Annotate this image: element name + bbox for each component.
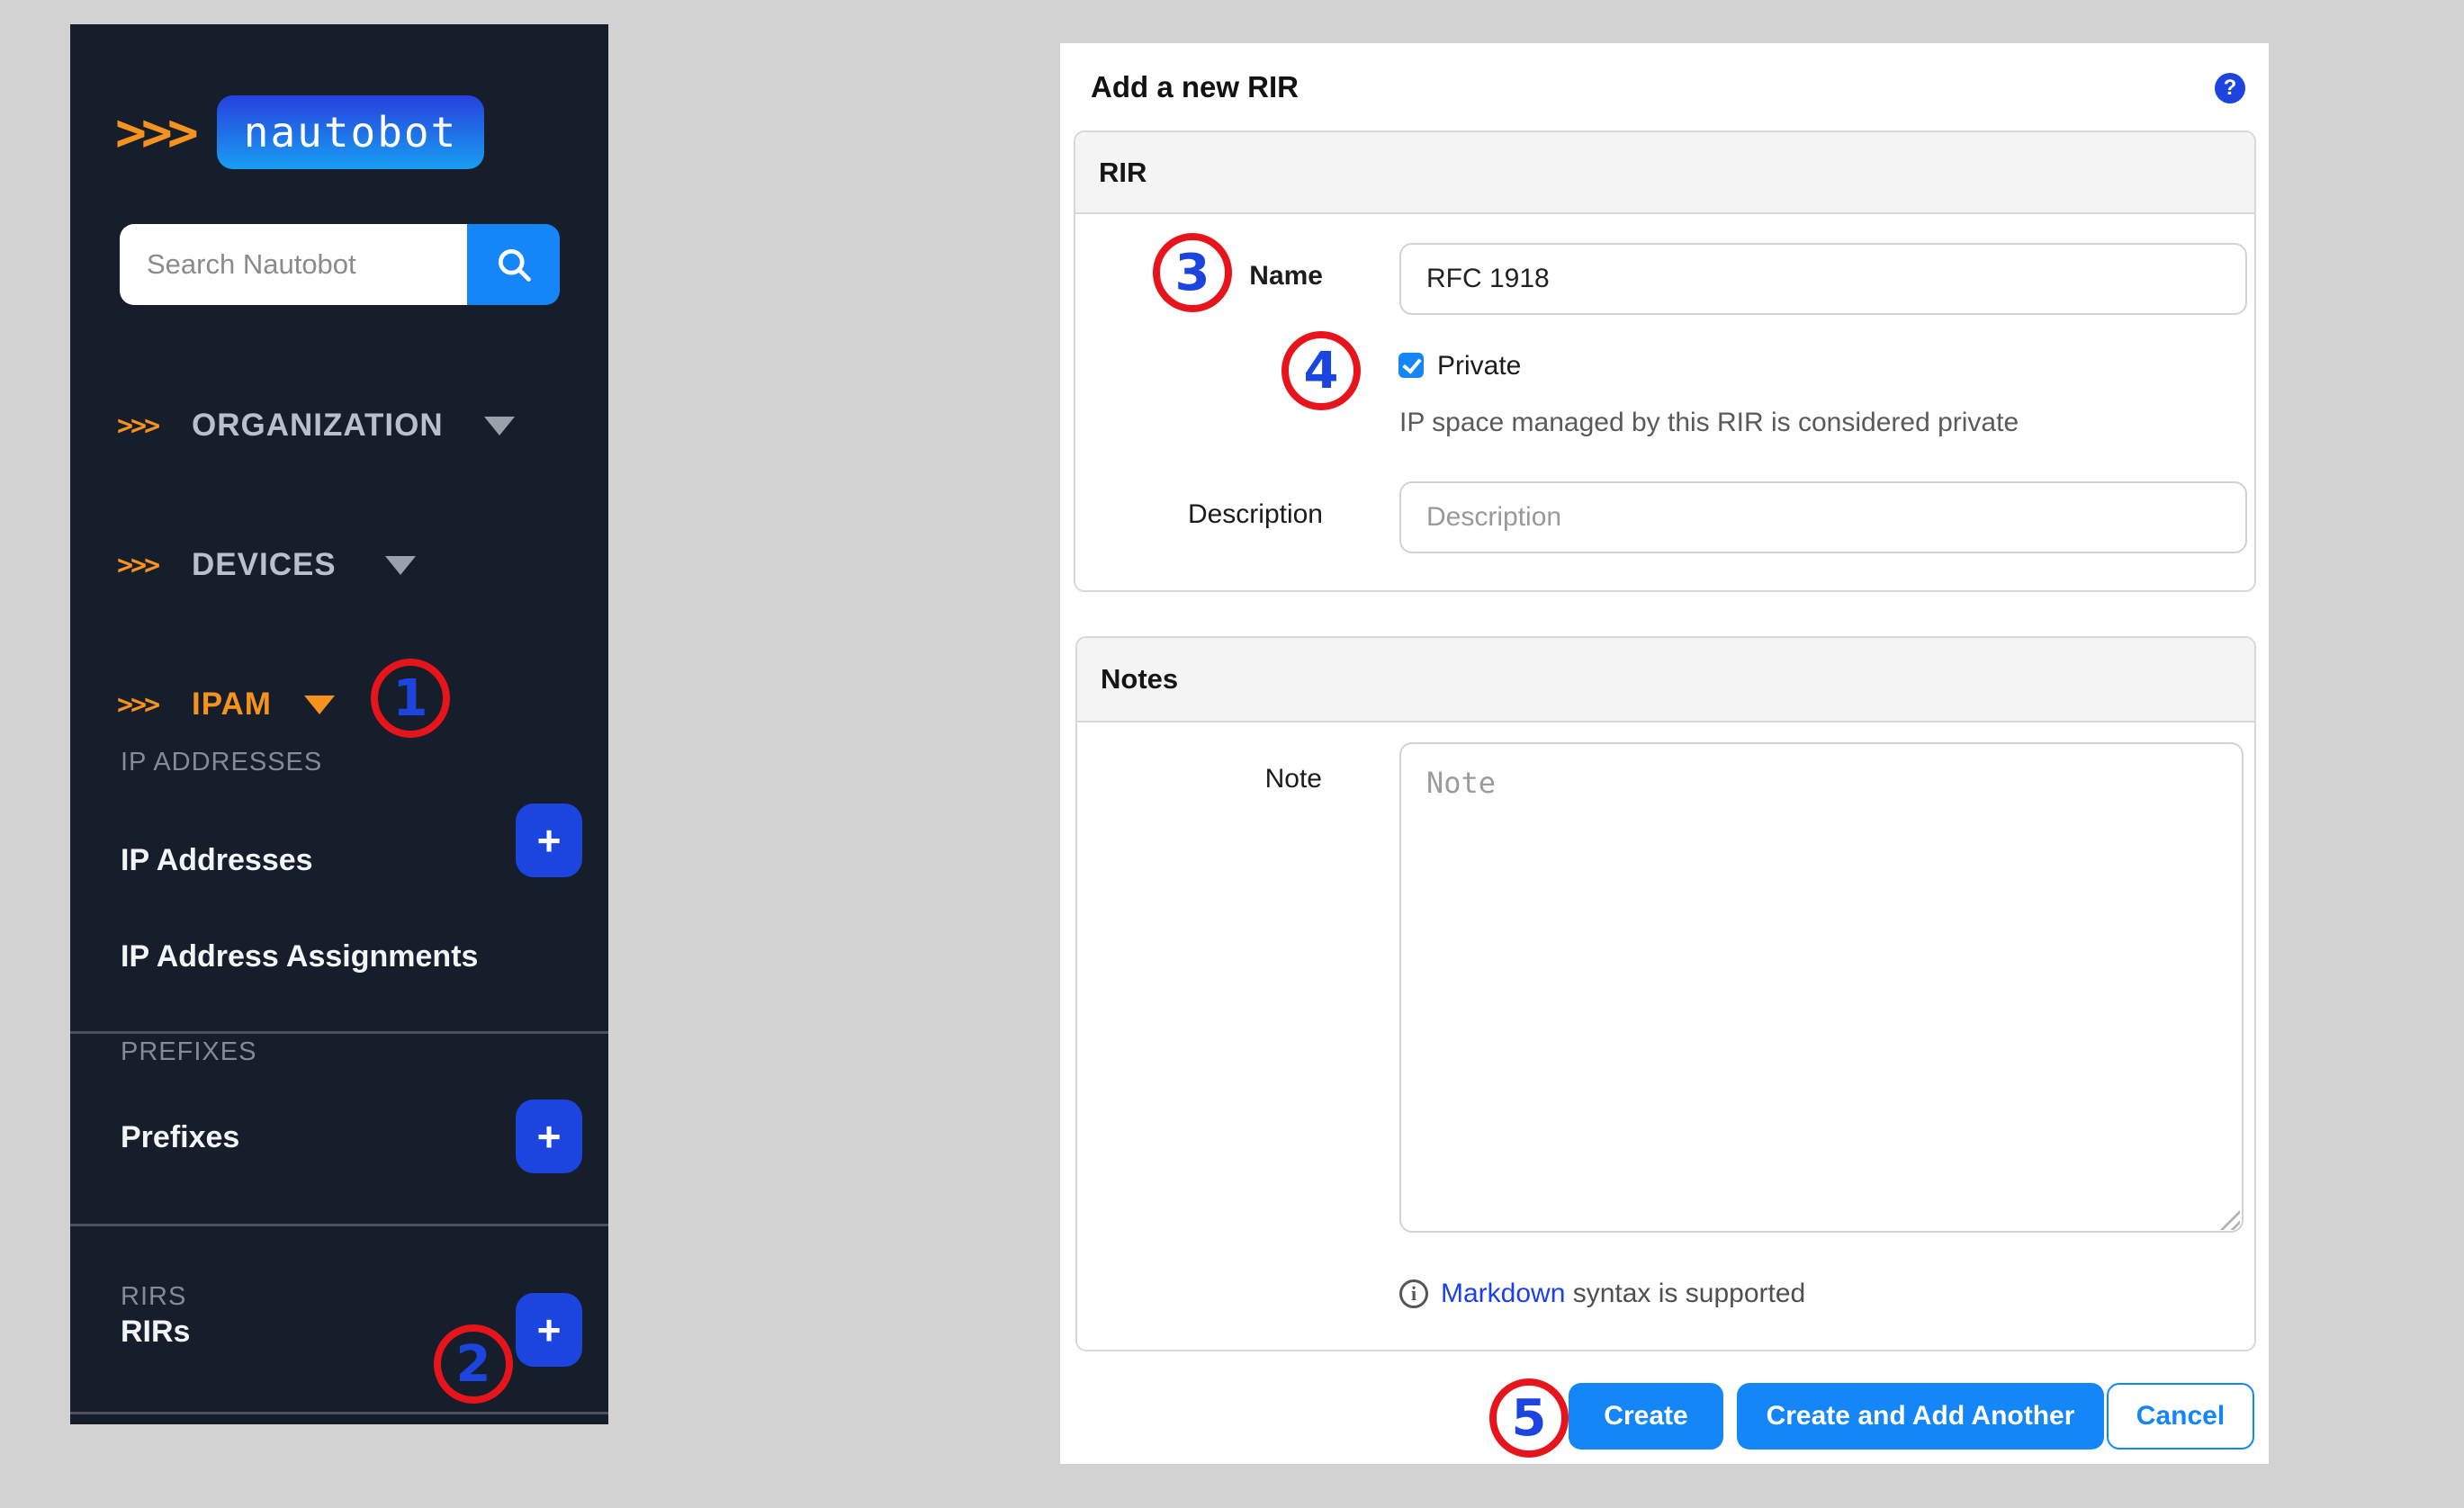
note-label: Note [1077,764,1322,794]
sidebar-item-devices[interactable]: >>> DEVICES [70,537,608,593]
search-button[interactable] [467,224,560,305]
create-button[interactable]: Create [1569,1383,1723,1450]
add-ip-address-button[interactable]: + [516,803,582,877]
menu-label: IPAM [192,687,272,723]
cancel-button[interactable]: Cancel [2107,1383,2254,1450]
rir-card: RIR Name Private IP space managed by thi… [1074,130,2256,592]
sidebar-divider [70,1031,608,1034]
add-prefix-button[interactable]: + [516,1100,582,1173]
menu-chevrons-icon: >>> [117,689,157,721]
note-textarea[interactable] [1399,742,2244,1233]
annotation-circle-3: 3 [1153,233,1232,312]
section-label-ip-addresses: IP ADDRESSES [121,748,322,777]
search-bar [120,224,560,305]
plus-icon: + [537,820,562,861]
nautobot-logo-text: nautobot [217,95,485,169]
menu-label: DEVICES [192,547,337,583]
sidebar-divider [70,1224,608,1226]
add-rir-panel: Add a new RIR ? RIR Name Private IP spac… [1060,43,2269,1464]
section-label-prefixes: PREFIXES [121,1037,256,1067]
private-help-text: IP space managed by this RIR is consider… [1399,408,2019,438]
description-input[interactable] [1399,481,2247,553]
sidebar-item-prefixes[interactable]: Prefixes [121,1120,239,1155]
annotation-circle-1: 1 [371,659,450,738]
notes-card: Notes Note i Markdown syntax is supporte… [1075,636,2256,1351]
markdown-link[interactable]: Markdown [1441,1279,1565,1309]
plus-icon: + [537,1116,562,1157]
name-input[interactable] [1399,243,2247,315]
info-icon: i [1399,1279,1428,1308]
plus-icon: + [537,1309,562,1351]
nautobot-logo[interactable]: >>> nautobot [115,89,484,175]
annotation-circle-5: 5 [1489,1378,1569,1458]
sidebar: >>> nautobot >>> ORGANIZATION >>> DEVICE… [70,24,608,1424]
chevron-down-icon [304,696,335,714]
create-and-add-another-button[interactable]: Create and Add Another [1737,1383,2104,1450]
chevron-down-icon [385,556,416,575]
sidebar-item-ip-address-assignments[interactable]: IP Address Assignments [121,939,478,974]
description-label: Description [1075,499,1323,530]
search-input[interactable] [120,224,467,305]
logo-chevrons-icon: >>> [115,106,193,158]
menu-chevrons-icon: >>> [117,550,157,581]
search-icon [494,245,534,284]
menu-label: ORGANIZATION [192,408,444,444]
notes-card-header: Notes [1077,638,2254,723]
private-checkbox[interactable] [1398,353,1424,378]
add-rir-button[interactable]: + [516,1293,582,1367]
sidebar-item-rirs[interactable]: RIRs [121,1315,190,1350]
menu-chevrons-icon: >>> [117,410,157,442]
private-label: Private [1437,351,1521,381]
annotation-circle-2: 2 [434,1324,513,1404]
section-label-rirs: RIRS [121,1282,186,1312]
annotation-circle-4: 4 [1281,331,1361,410]
chevron-down-icon [484,417,515,435]
rir-card-header: RIR [1075,132,2254,214]
page-title: Add a new RIR [1091,70,1299,104]
help-icon[interactable]: ? [2215,73,2245,103]
markdown-hint: i Markdown syntax is supported [1399,1279,1805,1309]
sidebar-divider [70,1412,608,1414]
screenshot-canvas: >>> nautobot >>> ORGANIZATION >>> DEVICE… [0,0,2464,1508]
sidebar-item-ipam[interactable]: >>> IPAM [70,677,608,732]
markdown-hint-text: syntax is supported [1565,1279,1805,1309]
sidebar-item-ip-addresses[interactable]: IP Addresses [121,843,313,878]
sidebar-item-organization[interactable]: >>> ORGANIZATION [70,398,608,453]
